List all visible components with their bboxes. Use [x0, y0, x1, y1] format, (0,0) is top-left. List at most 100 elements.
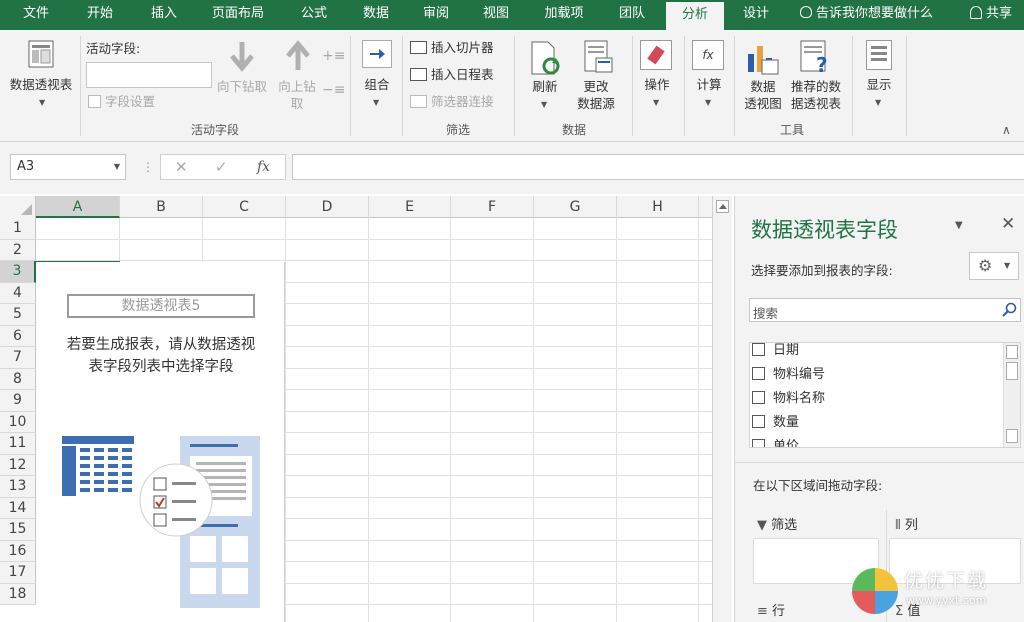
filter-connections-button[interactable]: 筛选器连接 — [410, 92, 494, 112]
field-search-input[interactable]: 搜索 — [749, 298, 1021, 322]
show-button[interactable]: 显示 — [858, 76, 900, 93]
collapse-field-icon[interactable]: −≡ — [322, 82, 345, 99]
cancel-icon[interactable]: ✕ — [175, 155, 188, 179]
tab-design[interactable]: 设计 — [730, 0, 782, 30]
field-item[interactable]: 物料编号 — [752, 364, 825, 386]
insert-timeline-button[interactable]: 插入日程表 — [410, 65, 494, 85]
row-header-11[interactable]: 11 — [0, 433, 36, 455]
field-settings-label: 字段设置 — [105, 94, 156, 109]
tools-dropdown[interactable]: ⚙ ▼ — [969, 252, 1019, 280]
field-item[interactable]: 物料名称 — [752, 388, 825, 410]
pivottable-icon — [28, 40, 54, 68]
row-header-16[interactable]: 16 — [0, 540, 36, 562]
scroll-up-icon[interactable] — [716, 200, 729, 213]
chevron-down-icon: ▼ — [373, 98, 380, 107]
drill-up-button[interactable]: 向上钻取 — [272, 78, 322, 112]
row-header-1[interactable]: 1 — [0, 218, 36, 240]
refresh-button[interactable]: 刷新 — [526, 78, 564, 95]
pane-options-chevron-icon[interactable]: ▼ — [955, 220, 963, 231]
field-label: 单价 — [773, 439, 800, 448]
row-header-14[interactable]: 14 — [0, 497, 36, 519]
column-header-c[interactable]: C — [203, 196, 286, 218]
group-separator — [684, 36, 685, 136]
calculations-icon: fx — [692, 40, 724, 70]
tab-review[interactable]: 审阅 — [410, 0, 462, 30]
field-settings-button[interactable]: 字段设置 — [88, 92, 155, 112]
column-header-g[interactable]: G — [534, 196, 617, 218]
row-header-2[interactable]: 2 — [0, 239, 36, 261]
row-header-10[interactable]: 10 — [0, 411, 36, 433]
scroll-thumb[interactable] — [1006, 362, 1018, 380]
group-icon — [362, 40, 392, 68]
drag-areas-label: 在以下区域间拖动字段: — [753, 478, 883, 493]
field-checkbox[interactable] — [752, 367, 765, 380]
scroll-up-icon[interactable] — [1006, 345, 1018, 359]
row-header-7[interactable]: 7 — [0, 347, 36, 369]
insert-slicer-button[interactable]: 插入切片器 — [410, 38, 494, 58]
field-item[interactable]: 单价 — [752, 436, 800, 448]
tab-file[interactable]: 文件 — [10, 0, 62, 30]
tab-analyze[interactable]: 分析 — [666, 0, 724, 30]
field-settings-icon — [88, 95, 101, 108]
share-button[interactable]: 共享 — [970, 0, 1024, 30]
field-checkbox[interactable] — [752, 439, 765, 447]
tab-home[interactable]: 开始 — [74, 0, 126, 30]
chevron-down-icon: ▼ — [653, 98, 660, 107]
column-header-f[interactable]: F — [451, 196, 534, 218]
insert-function-icon[interactable]: fx — [257, 155, 270, 179]
change-data-source-button[interactable]: 更改 数据源 — [566, 78, 626, 112]
scroll-down-icon[interactable] — [1006, 429, 1018, 443]
select-all-button[interactable] — [0, 196, 36, 218]
tab-view[interactable]: 视图 — [470, 0, 522, 30]
row-header-17[interactable]: 17 — [0, 562, 36, 584]
row-header-5[interactable]: 5 — [0, 304, 36, 326]
collapse-ribbon-icon[interactable]: ∧ — [1002, 122, 1011, 139]
tab-addins[interactable]: 加载项 — [532, 0, 596, 30]
row-header-9[interactable]: 9 — [0, 390, 36, 412]
row-header-3[interactable]: 3 — [0, 261, 36, 283]
column-header-b[interactable]: B — [120, 196, 203, 218]
column-header-h[interactable]: H — [617, 196, 699, 218]
group-button[interactable]: 组合 — [356, 76, 398, 93]
drill-down-button[interactable]: 向下钻取 — [212, 78, 272, 95]
field-list-scrollbar[interactable] — [1003, 343, 1020, 447]
pivottable-placeholder[interactable]: 数据透视表5 若要生成报表，请从数据透视 表字段列表中选择字段 — [36, 262, 285, 622]
row-header-6[interactable]: 6 — [0, 325, 36, 347]
row-header-8[interactable]: 8 — [0, 368, 36, 390]
pivottable-button[interactable]: 数据透视表 — [2, 76, 80, 93]
vertical-scrollbar[interactable] — [712, 196, 732, 622]
field-item[interactable]: 数量 — [752, 412, 799, 434]
gear-icon: ⚙ — [978, 256, 993, 275]
column-header-a[interactable]: A — [36, 196, 120, 218]
field-checkbox[interactable] — [752, 415, 765, 428]
recommended-pivot-button[interactable]: 推荐的数 据透视表 — [786, 78, 846, 112]
tab-insert[interactable]: 插入 — [138, 0, 190, 30]
active-field-input[interactable] — [86, 62, 212, 88]
actions-button[interactable]: 操作 — [636, 76, 678, 93]
field-checkbox[interactable] — [752, 343, 765, 356]
expand-field-icon[interactable]: +≡ — [322, 48, 345, 65]
drill-down-icon — [230, 42, 254, 72]
pivot-illustration-icon — [62, 436, 260, 608]
row-header-13[interactable]: 13 — [0, 476, 36, 498]
field-checkbox[interactable] — [752, 391, 765, 404]
tab-page-layout[interactable]: 页面布局 — [200, 0, 276, 30]
chevron-down-icon: ▼ — [39, 98, 46, 107]
row-header-12[interactable]: 12 — [0, 454, 36, 476]
tab-data[interactable]: 数据 — [350, 0, 402, 30]
calculations-button[interactable]: 计算 — [688, 76, 730, 93]
close-icon[interactable]: ✕ — [1001, 214, 1015, 234]
row-header-18[interactable]: 18 — [0, 583, 36, 605]
name-box[interactable]: A3 ▼ — [10, 154, 126, 180]
tell-me-box[interactable]: 告诉我你想要做什么 — [800, 0, 960, 30]
column-header-e[interactable]: E — [369, 196, 451, 218]
column-header-d[interactable]: D — [286, 196, 369, 218]
tab-team[interactable]: 团队 — [606, 0, 658, 30]
field-item[interactable]: 日期 — [752, 343, 799, 362]
enter-icon[interactable]: ✓ — [215, 155, 228, 179]
row-header-4[interactable]: 4 — [0, 282, 36, 304]
formula-input[interactable] — [292, 154, 1024, 180]
tab-formulas[interactable]: 公式 — [288, 0, 340, 30]
pivotchart-button[interactable]: 数据 透视图 — [738, 78, 788, 112]
row-header-15[interactable]: 15 — [0, 519, 36, 541]
